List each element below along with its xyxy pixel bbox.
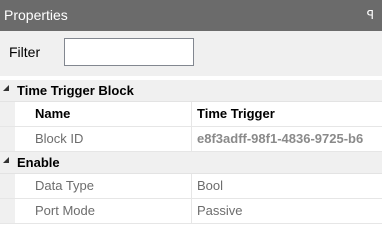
filter-input[interactable] — [64, 38, 194, 66]
row-gutter — [0, 102, 15, 126]
properties-panel: Properties ꟼ Filter Time Trigger Block N… — [0, 0, 382, 247]
property-value[interactable]: e8f3adff-98f1-4836-9725-b6 — [197, 127, 382, 151]
filter-bar: Filter — [0, 31, 382, 76]
property-value[interactable]: Passive — [197, 199, 382, 223]
property-row-port-mode[interactable]: Port Mode Passive — [0, 199, 382, 224]
property-value[interactable]: Time Trigger — [197, 102, 382, 126]
property-row-block-id[interactable]: Block ID e8f3adff-98f1-4836-9725-b6 — [0, 127, 382, 152]
category-label: Time Trigger Block — [17, 83, 134, 98]
collapse-triangle-icon[interactable] — [3, 85, 9, 91]
pin-icon[interactable]: ꟼ — [367, 0, 374, 30]
property-name: Name — [15, 102, 192, 126]
category-time-trigger-block[interactable]: Time Trigger Block — [0, 80, 382, 102]
row-gutter — [0, 127, 15, 151]
collapse-triangle-icon[interactable] — [3, 157, 9, 163]
panel-title-bar: Properties ꟼ — [0, 0, 382, 31]
category-label: Enable — [17, 155, 60, 170]
property-grid: Time Trigger Block Name Time Trigger Blo… — [0, 80, 382, 224]
property-row-name[interactable]: Name Time Trigger — [0, 102, 382, 127]
panel-title: Properties — [4, 7, 68, 23]
category-enable[interactable]: Enable — [0, 152, 382, 174]
property-name: Port Mode — [15, 199, 192, 223]
property-value[interactable]: Bool — [197, 174, 382, 198]
property-row-data-type[interactable]: Data Type Bool — [0, 174, 382, 199]
filter-label: Filter — [9, 44, 41, 60]
row-gutter — [0, 199, 15, 223]
property-name: Data Type — [15, 174, 192, 198]
row-gutter — [0, 174, 15, 198]
property-name: Block ID — [15, 127, 192, 151]
